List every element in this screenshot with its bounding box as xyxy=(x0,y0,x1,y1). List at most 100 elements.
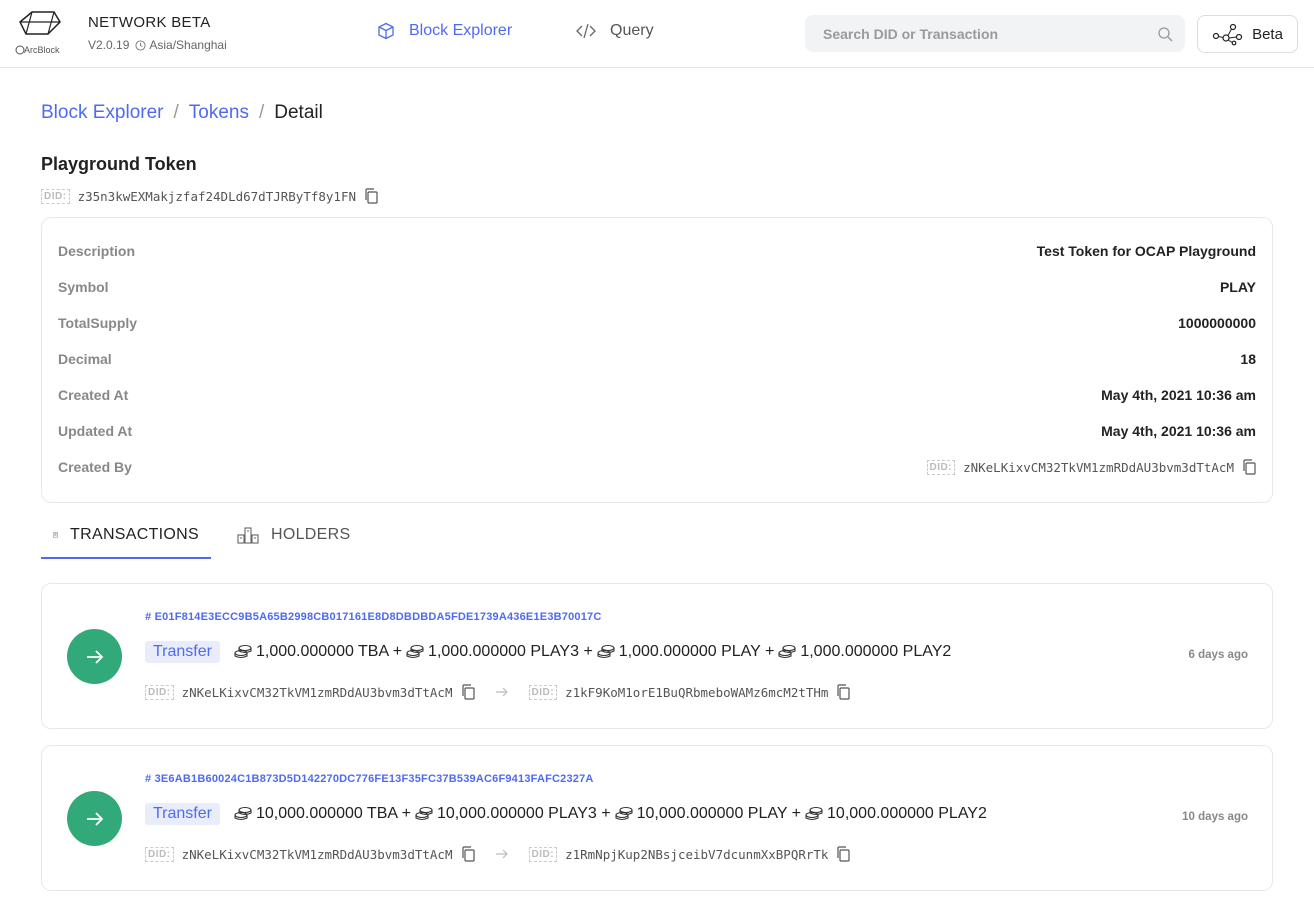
transfer-icon xyxy=(67,791,122,846)
breadcrumb-block-explorer[interactable]: Block Explorer xyxy=(41,102,164,124)
coins-icon xyxy=(406,644,424,659)
detail-row-symbol: Symbol PLAY xyxy=(58,277,1256,297)
copy-icon[interactable] xyxy=(364,188,378,204)
did-badge: DID: xyxy=(926,459,956,475)
page-title: Playground Token xyxy=(41,154,197,174)
sender-did[interactable]: zNKeLKixvCM32TkVM1zmRDdAU3bvm3dTtAcM xyxy=(182,685,453,700)
beta-button[interactable]: Beta xyxy=(1197,15,1298,53)
tabs: TRANSACTIONS HOLDERS xyxy=(41,513,362,559)
detail-row-totalsupply: TotalSupply 1000000000 xyxy=(58,313,1256,333)
breadcrumb-separator: / xyxy=(258,102,265,123)
copy-icon[interactable] xyxy=(836,684,851,700)
coins-icon xyxy=(597,644,615,659)
did-badge: DID: xyxy=(41,188,70,204)
arrow-right-icon xyxy=(495,687,508,697)
token-did-value[interactable]: z35n3kwEXMakjzfaf24DLd67dTJRByTf8y1FN xyxy=(78,189,356,204)
brand-title: NETWORK BETA xyxy=(88,14,211,31)
breadcrumb-detail: Detail xyxy=(274,102,323,123)
beta-label: Beta xyxy=(1252,25,1283,43)
detail-label: TotalSupply xyxy=(58,315,138,331)
transaction-amounts: 1,000.000000 TBA + 1,000.000000 PLAY3 + … xyxy=(234,643,951,661)
coins-icon xyxy=(778,644,796,659)
amount-item: 10,000.000000 PLAY3 + xyxy=(436,805,611,822)
timezone-label: Asia/Shanghai xyxy=(149,38,227,52)
tab-holders[interactable]: HOLDERS xyxy=(225,513,362,557)
coins-icon xyxy=(415,806,433,821)
nav-query-label: Query xyxy=(610,22,654,39)
detail-row-decimal: Decimal 18 xyxy=(58,349,1256,369)
receipt-icon xyxy=(53,532,58,538)
version-label: V2.0.19 xyxy=(88,38,130,52)
detail-label: Created At xyxy=(58,387,129,403)
transaction-time: 10 days ago xyxy=(1182,811,1248,823)
holders-icon xyxy=(237,527,259,544)
breadcrumb-separator: / xyxy=(173,102,179,123)
did-badge: DID: xyxy=(145,684,174,700)
did-badge: DID: xyxy=(528,846,558,862)
amount-item: 1,000.000000 PLAY2 xyxy=(800,643,952,660)
amount-item: 1,000.000000 TBA + xyxy=(255,643,403,660)
detail-row-updated-at: Updated At May 4th, 2021 10:36 am xyxy=(58,421,1256,441)
receiver-did[interactable]: z1RmNpjKup2NBsjceibV7dcunmXxBPQRrTk xyxy=(565,847,828,862)
arrow-right-icon xyxy=(495,849,508,859)
code-icon xyxy=(576,23,596,39)
search-input[interactable] xyxy=(823,25,1157,42)
detail-label: Symbol xyxy=(58,279,109,295)
app-header: ArcBlock NETWORK BETA V2.0.19 Asia/Shang… xyxy=(0,0,1314,68)
breadcrumb-tokens[interactable]: Tokens xyxy=(189,102,249,124)
transaction-summary: Transfer 1,000.000000 TBA + 1,000.000000… xyxy=(145,641,951,663)
logo-text: ArcBlock xyxy=(24,45,60,55)
detail-label: Decimal xyxy=(58,351,112,367)
transaction-card: # 3E6AB1B60024C1B873D5D142270DC776FE13F3… xyxy=(41,745,1273,891)
nav-query[interactable]: Query xyxy=(576,22,654,40)
transaction-card: # E01F814E3ECC9B5A65B2998CB017161E8D8DBD… xyxy=(41,583,1273,729)
token-did: DID: z35n3kwEXMakjzfaf24DLd67dTJRByTf8y1… xyxy=(41,188,378,204)
detail-value: Test Token for OCAP Playground xyxy=(1036,243,1256,259)
detail-value: May 4th, 2021 10:36 am xyxy=(1101,387,1256,403)
tab-transactions[interactable]: TRANSACTIONS xyxy=(41,513,211,559)
nav-block-explorer-label: Block Explorer xyxy=(409,22,513,39)
transaction-parties: DID: zNKeLKixvCM32TkVM1zmRDdAU3bvm3dTtAc… xyxy=(145,846,851,862)
created-by-did: DID: zNKeLKixvCM32TkVM1zmRDdAU3bvm3dTtAc… xyxy=(926,459,1257,475)
detail-value: 18 xyxy=(1240,351,1256,367)
breadcrumb: Block Explorer / Tokens / Detail xyxy=(41,102,323,124)
detail-label: Updated At xyxy=(58,423,133,439)
transaction-type-badge: Transfer xyxy=(145,803,220,825)
brand-subtitle: V2.0.19 Asia/Shanghai xyxy=(88,38,227,52)
coins-icon xyxy=(615,806,633,821)
transaction-hash-link[interactable]: # 3E6AB1B60024C1B873D5D142270DC776FE13F3… xyxy=(145,773,594,785)
sender-did[interactable]: zNKeLKixvCM32TkVM1zmRDdAU3bvm3dTtAcM xyxy=(182,847,453,862)
cube-icon xyxy=(378,22,394,40)
transaction-amounts: 10,000.000000 TBA + 10,000.000000 PLAY3 … xyxy=(234,805,987,823)
transaction-hash-link[interactable]: # E01F814E3ECC9B5A65B2998CB017161E8D8DBD… xyxy=(145,611,602,623)
nav-block-explorer[interactable]: Block Explorer xyxy=(377,22,512,40)
amount-item: 1,000.000000 PLAY + xyxy=(618,643,775,660)
transaction-type-badge: Transfer xyxy=(145,641,220,663)
detail-value: 1000000000 xyxy=(1178,315,1256,331)
transaction-summary: Transfer 10,000.000000 TBA + 10,000.0000… xyxy=(145,803,987,825)
copy-icon[interactable] xyxy=(1242,459,1256,475)
created-by-did-value[interactable]: zNKeLKixvCM32TkVM1zmRDdAU3bvm3dTtAcM xyxy=(963,460,1234,475)
detail-row-created-at: Created At May 4th, 2021 10:36 am xyxy=(58,385,1256,405)
copy-icon[interactable] xyxy=(836,846,851,862)
coins-icon xyxy=(234,644,252,659)
search-icon[interactable] xyxy=(1157,26,1173,42)
clock-icon xyxy=(135,39,146,51)
transfer-icon xyxy=(67,629,122,684)
copy-icon[interactable] xyxy=(461,846,475,862)
token-detail-card: Description Test Token for OCAP Playgrou… xyxy=(41,217,1273,503)
transaction-time: 6 days ago xyxy=(1188,649,1248,661)
receiver-did[interactable]: z1kF9KoM1orE1BuQRbmeboWAMz6mcM2tTHm xyxy=(565,685,828,700)
coins-icon xyxy=(805,806,823,821)
network-icon xyxy=(1212,23,1243,46)
amount-item: 1,000.000000 PLAY3 + xyxy=(428,643,593,660)
search-box[interactable] xyxy=(805,15,1185,52)
tab-transactions-label: TRANSACTIONS xyxy=(70,526,199,543)
amount-item: 10,000.000000 PLAY2 xyxy=(827,805,987,822)
transaction-parties: DID: zNKeLKixvCM32TkVM1zmRDdAU3bvm3dTtAc… xyxy=(145,684,851,700)
copy-icon[interactable] xyxy=(461,684,475,700)
coins-icon xyxy=(234,806,252,821)
detail-label: Created By xyxy=(58,459,132,475)
detail-label: Description xyxy=(58,243,136,259)
detail-value: PLAY xyxy=(1219,279,1256,295)
